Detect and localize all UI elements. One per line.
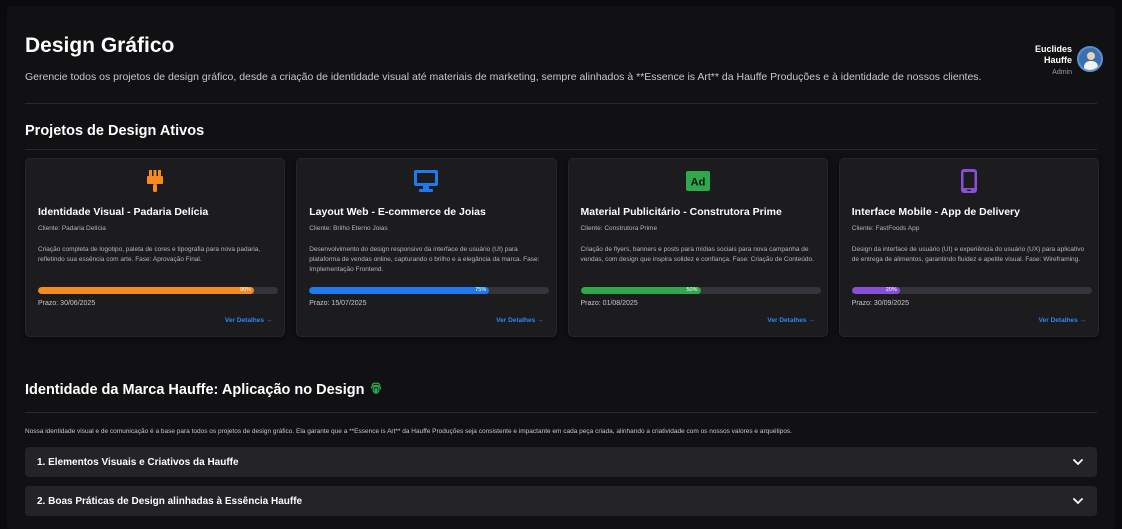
project-card: Identidade Visual - Padaria Delícia Clie… (25, 158, 286, 337)
fingerprint-icon (369, 381, 383, 399)
projects-section-title: Projetos de Design Ativos (25, 123, 205, 139)
view-details-link[interactable]: Ver Detalhes → (225, 317, 272, 324)
card-title: Interface Mobile - App de Delivery (851, 206, 1020, 218)
progress-fill: 50% (580, 287, 701, 294)
project-card: Layout Web - E-commerce de Joias Cliente… (296, 158, 557, 337)
user-info: Euclides Hauffe Admin (1032, 44, 1072, 76)
brand-description: Nossa identidade visual e de comunicação… (25, 428, 792, 435)
view-details-link[interactable]: Ver Detalhes → (496, 317, 543, 324)
card-deadline: Prazo: 30/06/2025 (38, 300, 96, 307)
card-client: Cliente: Padaria Delícia (38, 225, 106, 232)
page-description: Gerencie todos os projetos de design grá… (25, 71, 982, 83)
projects-divider (25, 149, 1097, 150)
card-client: Cliente: Construtora Prime (580, 225, 658, 232)
page-title: Design Gráfico (25, 34, 175, 57)
card-description: Criação de flyers, banners e posts para … (580, 246, 814, 263)
brand-section-title: Identidade da Marca Hauffe: Aplicação no… (25, 381, 383, 399)
progress-label: 75% (475, 287, 487, 293)
card-deadline: Prazo: 15/07/2025 (309, 300, 367, 307)
page-header: Design Gráfico Gerencie todos os projeto… (25, 6, 1103, 104)
chevron-down-icon (1071, 494, 1085, 508)
user-profile[interactable]: Euclides Hauffe Admin (1032, 44, 1103, 76)
chevron-down-icon (1071, 455, 1085, 469)
brand-divider (25, 412, 1097, 413)
ad-icon: Ad (685, 169, 710, 193)
card-client: Cliente: FastFoods App (851, 225, 920, 232)
user-name: Euclides Hauffe (1034, 44, 1072, 65)
progress-fill: 20% (851, 287, 900, 294)
brand-section-title-text: Identidade da Marca Hauffe: Aplicação no… (25, 382, 365, 398)
progress-label: 20% (885, 287, 897, 293)
accordion-visual-elements[interactable]: 1. Elementos Visuais e Criativos da Hauf… (25, 447, 1097, 477)
card-deadline: Prazo: 30/09/2025 (851, 300, 909, 307)
card-description: Design da interface de usuário (UI) e ex… (851, 246, 1085, 263)
card-title: Layout Web - E-commerce de Joias (309, 206, 486, 218)
card-description: Desenvolvimento do design responsivo da … (309, 246, 540, 273)
progress-bar: 90% (38, 287, 278, 294)
progress-bar: 20% (851, 287, 1092, 294)
view-details-link[interactable]: Ver Detalhes → (767, 317, 814, 324)
mobile-icon (957, 169, 981, 193)
project-card: Interface Mobile - App de Delivery Clien… (838, 158, 1099, 337)
accordion-design-practices[interactable]: 2. Boas Práticas de Design alinhadas à E… (25, 486, 1097, 516)
accordion-label: 1. Elementos Visuais e Criativos da Hauf… (37, 456, 239, 468)
svg-text:Ad: Ad (690, 177, 705, 189)
card-deadline: Prazo: 01/08/2025 (580, 300, 638, 307)
accordion-label: 2. Boas Práticas de Design alinhadas à E… (37, 495, 303, 507)
project-cards: Identidade Visual - Padaria Delícia Clie… (25, 158, 1099, 337)
view-details-link[interactable]: Ver Detalhes → (1039, 317, 1086, 324)
paintbrush-icon (143, 169, 167, 193)
progress-fill: 75% (309, 287, 490, 294)
progress-label: 50% (686, 287, 698, 293)
progress-label: 90% (239, 287, 251, 293)
card-description: Criação completa de logotipo, paleta de … (38, 246, 261, 263)
progress-fill: 90% (38, 287, 254, 294)
card-title: Material Publicitário - Construtora Prim… (580, 206, 782, 218)
progress-bar: 75% (309, 287, 550, 294)
card-client: Cliente: Brilho Eterno Joias (309, 225, 388, 232)
progress-bar: 50% (580, 287, 821, 294)
avatar[interactable] (1077, 46, 1103, 72)
user-role: Admin (1052, 69, 1072, 76)
project-card: Ad Material Publicitário - Construtora P… (567, 158, 828, 337)
card-title: Identidade Visual - Padaria Delícia (38, 206, 209, 218)
desktop-icon (414, 169, 439, 193)
